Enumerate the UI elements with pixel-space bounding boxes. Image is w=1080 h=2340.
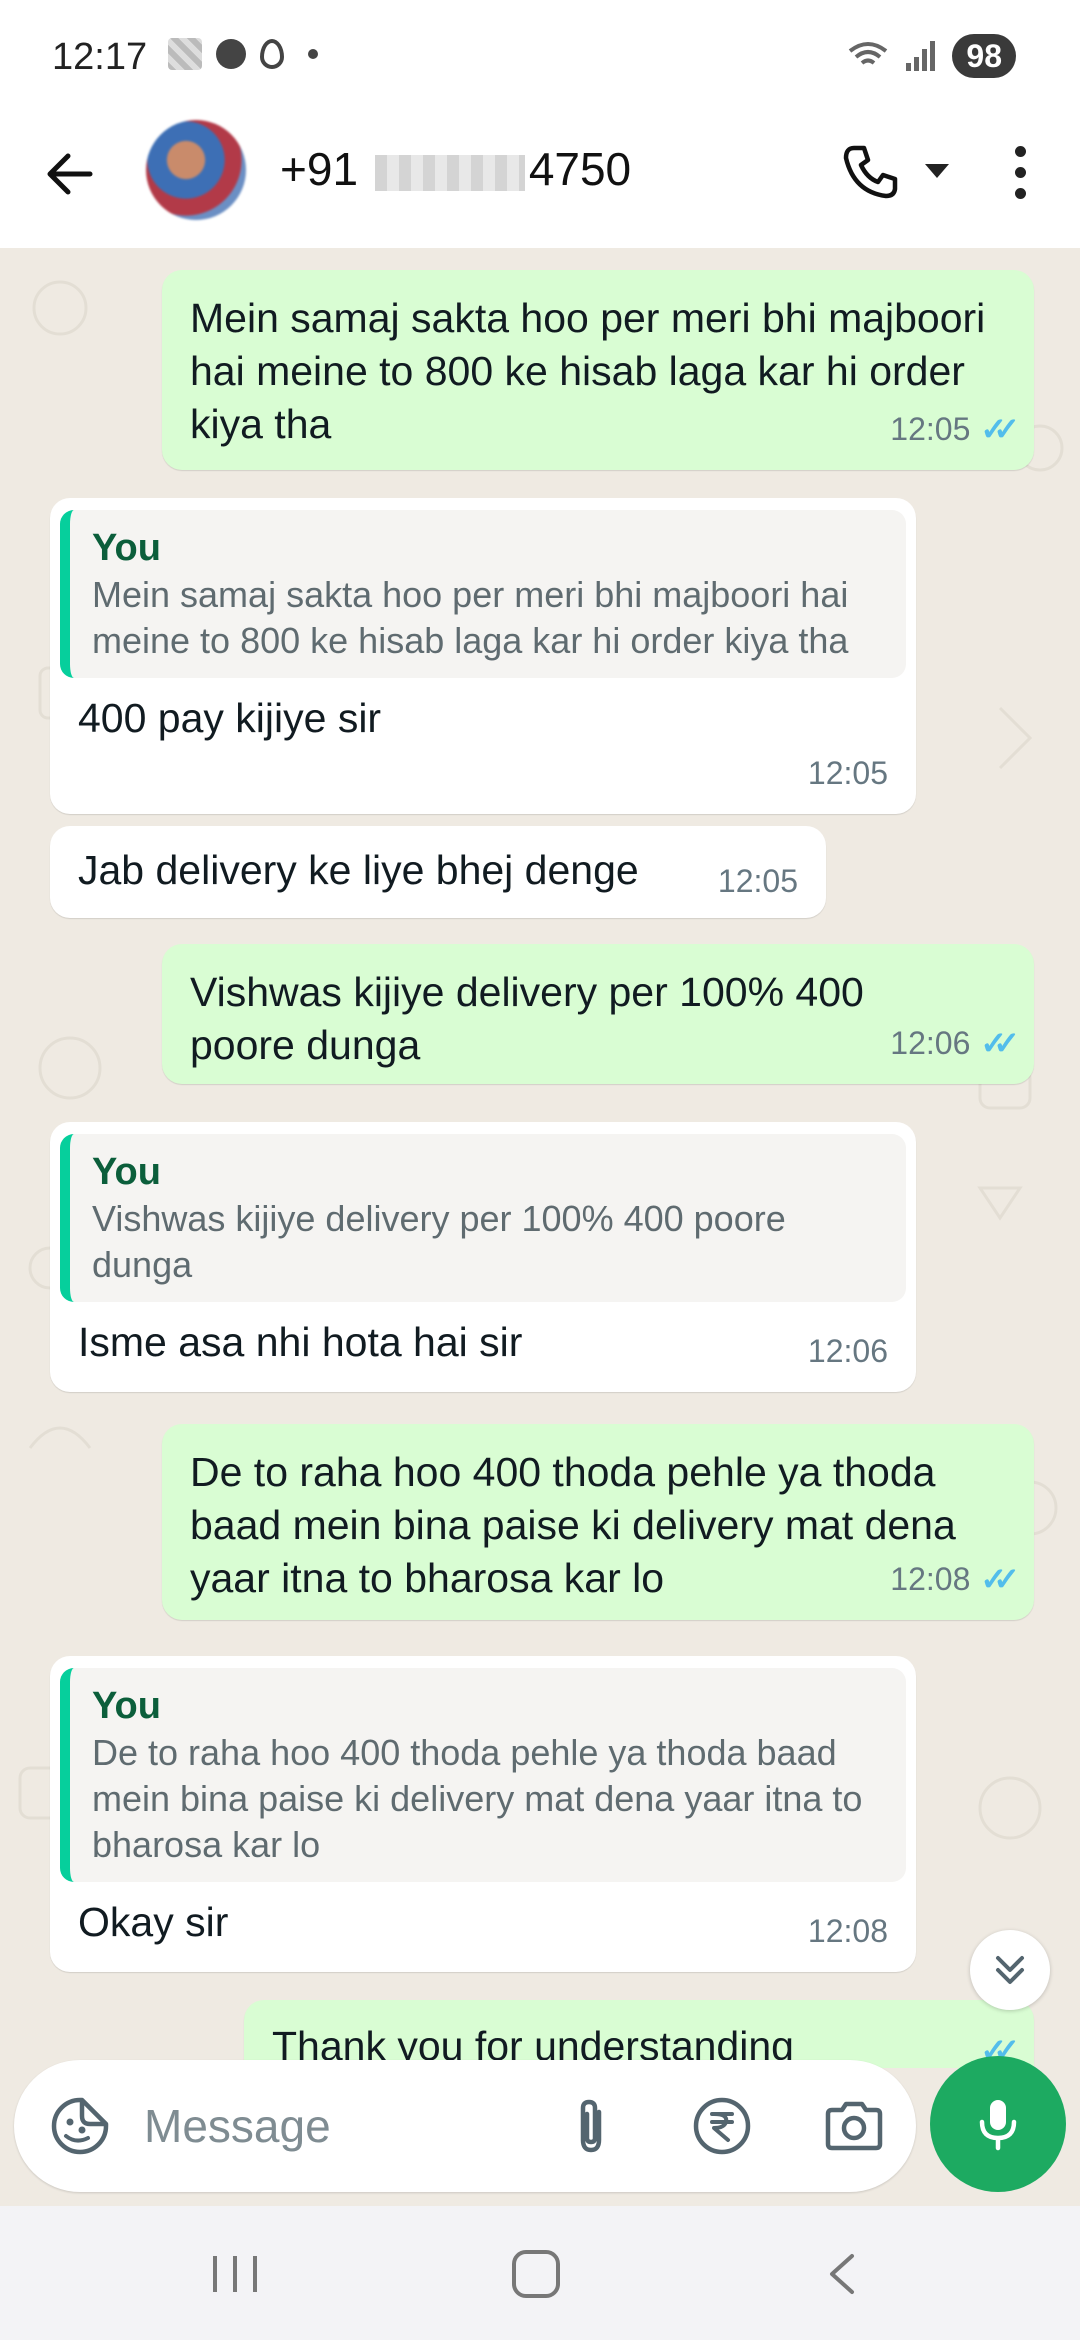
blurred-notification-icon bbox=[168, 38, 202, 70]
quote-author: You bbox=[92, 1151, 161, 1193]
quote-author: You bbox=[92, 527, 161, 569]
sticker-icon[interactable] bbox=[48, 2094, 112, 2158]
recent-apps-icon[interactable] bbox=[210, 2254, 260, 2294]
outgoing-message[interactable]: De to raha hoo 400 thoda pehle ya thoda … bbox=[162, 1424, 1034, 1620]
quote-author: You bbox=[92, 1685, 161, 1727]
facebook-icon bbox=[216, 39, 246, 69]
phone-icon[interactable] bbox=[840, 142, 900, 202]
quoted-message[interactable]: You Mein samaj sakta hoo per meri bhi ma… bbox=[60, 510, 906, 678]
message-text: 400 pay kijiye sir bbox=[78, 695, 382, 741]
message-text: Jab delivery ke liye bhej denge bbox=[78, 847, 639, 893]
call-options-caret-icon[interactable] bbox=[925, 164, 949, 178]
more-notifications-dot bbox=[308, 49, 318, 59]
camera-icon[interactable] bbox=[822, 2094, 886, 2158]
chat-header: +91 4750 bbox=[0, 114, 1080, 248]
home-icon[interactable] bbox=[512, 2250, 560, 2298]
message-meta: 12:05 ✓✓ bbox=[890, 403, 1020, 456]
incoming-reply-message[interactable]: You Vishwas kijiye delivery per 100% 400… bbox=[50, 1122, 916, 1392]
quoted-message[interactable]: You Vishwas kijiye delivery per 100% 400… bbox=[60, 1134, 906, 1302]
incoming-message[interactable]: Jab delivery ke liye bhej denge 12:05 bbox=[50, 826, 826, 918]
message-time: 12:05 bbox=[717, 863, 798, 899]
message-meta: 12:06 ✓✓ bbox=[890, 1017, 1020, 1070]
status-time: 12:17 bbox=[52, 36, 148, 78]
nav-back-icon[interactable] bbox=[822, 2252, 862, 2296]
contact-avatar[interactable] bbox=[146, 120, 246, 220]
mic-button[interactable] bbox=[930, 2056, 1066, 2192]
system-nav-bar bbox=[0, 2206, 1080, 2340]
message-time: 12:05 bbox=[890, 411, 971, 447]
wifi-icon bbox=[849, 42, 888, 65]
message-text: Isme asa nhi hota hai sir bbox=[78, 1319, 523, 1365]
quoted-message[interactable]: You De to raha hoo 400 thoda pehle ya th… bbox=[60, 1668, 906, 1882]
read-ticks-icon: ✓✓ bbox=[980, 1561, 1019, 1597]
message-meta: 12:05 bbox=[718, 855, 798, 908]
status-bar: 12:17 98 bbox=[0, 0, 1080, 114]
contact-name[interactable]: +91 4750 bbox=[280, 142, 631, 196]
message-composer bbox=[14, 2060, 916, 2192]
chat-area[interactable]: Mein samaj sakta hoo per meri bhi majboo… bbox=[0, 248, 1080, 2068]
incoming-reply-message[interactable]: You Mein samaj sakta hoo per meri bhi ma… bbox=[50, 498, 916, 814]
incoming-reply-message[interactable]: You De to raha hoo 400 thoda pehle ya th… bbox=[50, 1656, 916, 1972]
contact-prefix: +91 bbox=[280, 143, 359, 195]
message-text: Thank you for understanding bbox=[272, 2023, 794, 2068]
quote-text: Mein samaj sakta hoo per meri bhi majboo… bbox=[92, 574, 849, 661]
outgoing-message[interactable]: Vishwas kijiye delivery per 100% 400 poo… bbox=[162, 944, 1034, 1084]
message-meta: 12:05 bbox=[808, 747, 888, 800]
contact-suffix: 4750 bbox=[528, 143, 632, 195]
rupee-icon[interactable] bbox=[690, 2094, 754, 2158]
message-meta: 12:08 bbox=[808, 1905, 888, 1958]
scroll-down-icon[interactable] bbox=[970, 1930, 1050, 2010]
notification-icons bbox=[168, 38, 318, 70]
back-arrow-icon[interactable] bbox=[40, 144, 100, 204]
message-meta: 12:06 bbox=[808, 1325, 888, 1378]
quote-text: Vishwas kijiye delivery per 100% 400 poo… bbox=[92, 1198, 786, 1285]
read-ticks-icon: ✓✓ bbox=[980, 411, 1019, 447]
redacted-number bbox=[374, 154, 525, 191]
outgoing-message[interactable]: Mein samaj sakta hoo per meri bhi majboo… bbox=[162, 270, 1034, 470]
location-icon bbox=[260, 39, 284, 69]
attach-icon[interactable] bbox=[559, 2094, 623, 2158]
outgoing-message[interactable]: Thank you for understanding ✓✓ bbox=[244, 2000, 1034, 2068]
quote-text: De to raha hoo 400 thoda pehle ya thoda … bbox=[92, 1732, 863, 1865]
mic-icon bbox=[979, 2100, 1017, 2151]
message-input[interactable] bbox=[144, 2096, 544, 2156]
message-time: 12:08 bbox=[890, 1561, 971, 1597]
signal-icon bbox=[906, 41, 936, 71]
message-text: Okay sir bbox=[78, 1899, 229, 1945]
battery-level: 98 bbox=[952, 34, 1016, 78]
read-ticks-icon: ✓✓ bbox=[980, 1025, 1019, 1061]
more-vert-icon[interactable] bbox=[1000, 140, 1040, 204]
system-status-icons: 98 bbox=[846, 34, 1016, 78]
message-time: 12:06 bbox=[890, 1025, 971, 1061]
message-time: 12:05 bbox=[807, 755, 888, 791]
message-time: 12:06 bbox=[807, 1333, 888, 1369]
message-time: 12:08 bbox=[807, 1913, 888, 1949]
message-meta: 12:08 ✓✓ bbox=[890, 1553, 1020, 1606]
